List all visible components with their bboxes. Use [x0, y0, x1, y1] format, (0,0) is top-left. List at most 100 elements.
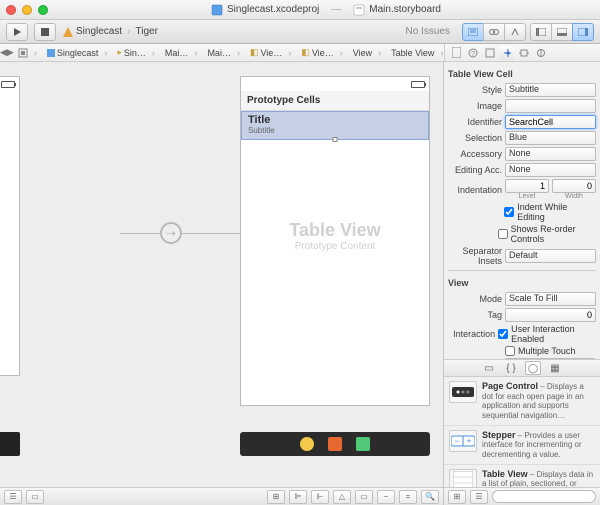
svg-text:+: + — [466, 436, 471, 446]
any-any-button[interactable]: ⊞ — [267, 490, 285, 504]
view-section-header: View — [448, 275, 596, 292]
cell-subtitle-label: Subtitle — [248, 126, 422, 135]
left-scene[interactable]: n Controller — [0, 76, 20, 376]
library-tabs: ▭ { } ◯ ▦ — [444, 359, 600, 377]
segue[interactable]: ⇢ — [120, 222, 252, 244]
standard-editor-button[interactable] — [462, 23, 484, 41]
view-controller-icon[interactable] — [356, 437, 370, 451]
crumb-1[interactable]: ▸Sin… — [113, 47, 161, 58]
inspector-attributes-tab[interactable] — [500, 46, 514, 60]
selection-select[interactable]: Blue — [505, 131, 596, 145]
indentation-width-field[interactable] — [552, 179, 596, 193]
svg-text:?: ? — [471, 51, 475, 58]
shows-reorder-checkbox[interactable]: Shows Re-order Controls — [498, 224, 596, 244]
assistant-editor-button[interactable] — [483, 23, 505, 41]
crumb-2[interactable]: Mai… — [161, 48, 204, 58]
table-view-scene[interactable]: Prototype Cells Title Subtitle Table Vie… — [240, 76, 430, 406]
zoom-actual-button[interactable]: = — [399, 490, 417, 504]
crumb-related[interactable] — [14, 48, 43, 58]
left-controller-label: n Controller — [0, 91, 19, 234]
crumb-0[interactable]: Singlecast — [43, 48, 114, 58]
crumb-3[interactable]: Mai… — [203, 48, 246, 58]
library-item-table-view[interactable]: Table View – Displays data in a list of … — [444, 465, 600, 487]
editing-acc-select[interactable]: None — [505, 163, 596, 177]
object-library-tab[interactable]: ◯ — [525, 361, 541, 375]
current-file-label: Main.storyboard — [369, 4, 441, 15]
library-item-page-control[interactable]: Page Control – Displays a dot for each o… — [444, 377, 600, 426]
table-view-subtitle: Prototype Content — [241, 241, 429, 252]
inspector-connections-tab[interactable] — [534, 46, 548, 60]
align-button[interactable]: ⊫ — [289, 490, 307, 504]
library-view-list-button[interactable]: ☰ — [470, 490, 488, 504]
project-file-label: Singlecast.xcodeproj — [227, 4, 319, 15]
crumb-5[interactable]: ◧Vie… — [297, 47, 348, 58]
library-search-input[interactable] — [492, 490, 596, 503]
inspector-help-tab[interactable]: ? — [466, 46, 480, 60]
exit-icon[interactable] — [328, 437, 342, 451]
resizing-button[interactable]: ▭ — [355, 490, 373, 504]
toggle-utilities-button[interactable] — [572, 23, 594, 41]
storyboard-canvas[interactable]: n Controller n Controller ⇢ Prototype Ce… — [0, 62, 444, 505]
scheme-selector[interactable]: Singlecast — [76, 26, 122, 37]
object-library: Page Control – Displays a dot for each o… — [444, 377, 600, 487]
library-item-stepper[interactable]: −+ Stepper – Provides a user interface f… — [444, 426, 600, 465]
editor-mode-group — [462, 23, 526, 41]
inspector-size-tab[interactable] — [517, 46, 531, 60]
panel-toggles-group — [530, 23, 594, 41]
inspector-file-tab[interactable] — [449, 46, 463, 60]
crumb-7[interactable]: Table View — [387, 48, 444, 58]
jumpbar: ◀ ▶ Singlecast ▸Sin… Mai… Mai… ◧Vie… ◧Vi… — [0, 44, 600, 62]
canvas-bottom-bar: ☰ ▭ ⊞ ⊫ ⊩ △ ▭ − = 🔍 — [0, 487, 443, 505]
image-label: Image — [448, 101, 502, 111]
pin-button[interactable]: ⊩ — [311, 490, 329, 504]
sep-insets-select[interactable]: Default — [505, 249, 596, 263]
minimize-window-button[interactable] — [22, 5, 32, 15]
media-library-tab[interactable]: ▦ — [547, 361, 563, 375]
accessory-label: Accessory — [448, 149, 502, 159]
indent-while-editing-checkbox[interactable]: Indent While Editing — [504, 202, 596, 222]
traffic-lights — [6, 5, 48, 15]
toggle-navigator-button[interactable] — [530, 23, 552, 41]
accessory-select[interactable]: None — [505, 147, 596, 161]
style-select[interactable]: Subtitle — [505, 83, 596, 97]
crumb-4[interactable]: ◧Vie… — [246, 47, 297, 58]
prototype-cell[interactable]: Title Subtitle — [241, 111, 429, 140]
zoom-out-button[interactable]: − — [377, 490, 395, 504]
multiple-touch-checkbox[interactable]: Multiple Touch — [505, 346, 575, 356]
battery-icon — [411, 81, 425, 88]
crumb-6[interactable]: View — [349, 48, 387, 58]
indentation-level-field[interactable] — [505, 179, 549, 193]
version-editor-button[interactable] — [504, 23, 526, 41]
device-selector[interactable]: Tiger — [135, 26, 157, 37]
table-view-placeholder: Table View Prototype Content — [241, 140, 429, 252]
resize-handle[interactable] — [333, 137, 338, 142]
toggle-debug-button[interactable] — [551, 23, 573, 41]
back-button[interactable]: ◀ — [0, 46, 7, 60]
stop-button[interactable] — [34, 23, 56, 41]
library-view-grid-button[interactable]: ⊞ — [448, 490, 466, 504]
first-responder-icon[interactable] — [300, 437, 314, 451]
prototype-cells-header: Prototype Cells — [241, 91, 429, 111]
user-interaction-checkbox[interactable]: User Interaction Enabled — [498, 324, 596, 344]
code-snippets-tab[interactable]: { } — [503, 361, 519, 375]
cell-title-label: Title — [248, 114, 422, 126]
left-scene-dock[interactable]: n Controller — [0, 432, 20, 456]
mode-select[interactable]: Scale To Fill — [505, 292, 596, 306]
zoom-window-button[interactable] — [38, 5, 48, 15]
zoom-in-button[interactable]: 🔍 — [421, 490, 439, 504]
scene-dock[interactable] — [240, 432, 430, 456]
outline-toggle-button[interactable]: ☰ — [4, 490, 22, 504]
stepper-icon: −+ — [449, 430, 477, 452]
inspector-identity-tab[interactable] — [483, 46, 497, 60]
resolve-button[interactable]: △ — [333, 490, 351, 504]
project-file-title: Singlecast.xcodeproj — [211, 4, 319, 16]
tag-field[interactable] — [505, 308, 596, 322]
image-select[interactable] — [505, 99, 596, 113]
forward-button[interactable]: ▶ — [7, 46, 14, 60]
segue-icon: ⇢ — [160, 222, 182, 244]
identifier-field[interactable] — [505, 115, 596, 129]
close-window-button[interactable] — [6, 5, 16, 15]
file-templates-tab[interactable]: ▭ — [481, 361, 497, 375]
run-button[interactable] — [6, 23, 28, 41]
document-button[interactable]: ▭ — [26, 490, 44, 504]
